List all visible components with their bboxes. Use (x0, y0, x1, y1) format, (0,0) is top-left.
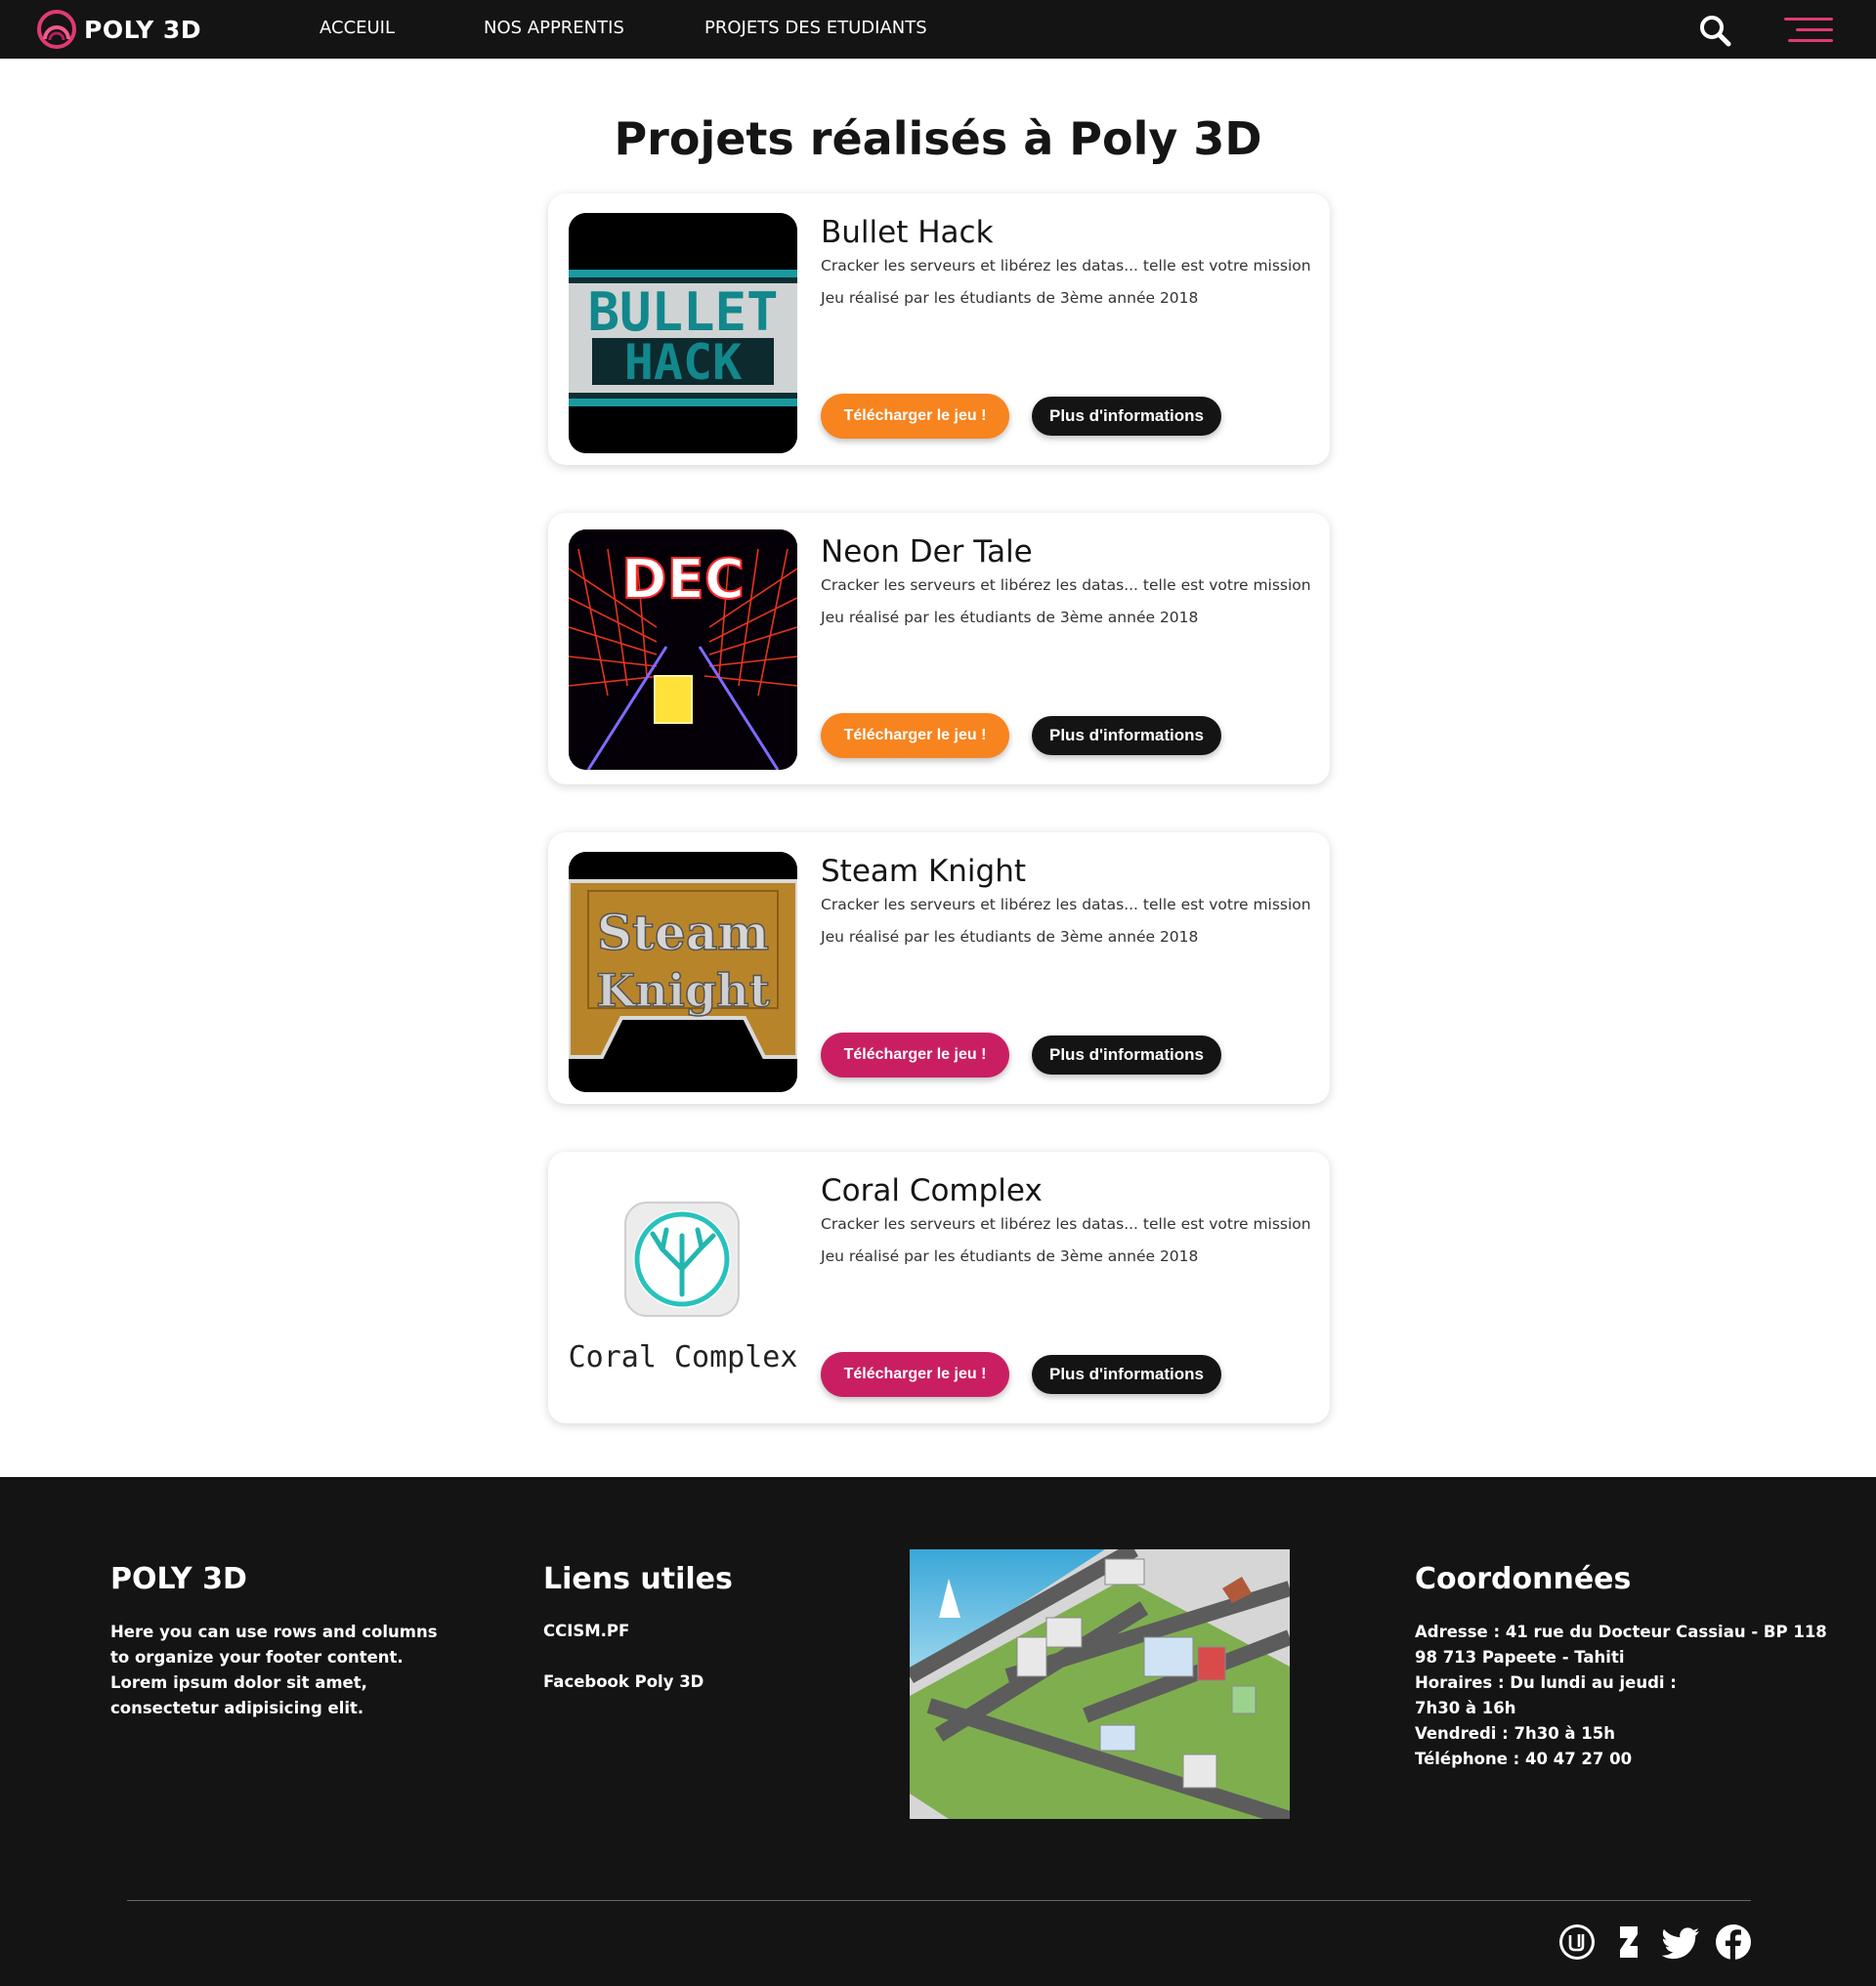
footer-about-line: consectetur adipisicing elit. (110, 1699, 364, 1717)
project-card-bullet-hack: BULLET HACK Bullet Hack Cracker les serv… (548, 193, 1330, 465)
footer-contact-line: Téléphone : 40 47 27 00 (1415, 1750, 1633, 1768)
project-image-steam-knight[interactable]: Steam Knight (569, 852, 797, 1092)
footer-contact-line: Vendredi : 7h30 à 15h (1415, 1724, 1616, 1743)
search-icon[interactable] (1698, 14, 1731, 47)
site-footer: POLY 3D Here you can use rows and column… (0, 1477, 1876, 1986)
unreal-engine-icon[interactable] (1557, 1923, 1597, 1962)
nav-link-nos-apprentis[interactable]: NOS APPRENTIS (484, 18, 624, 38)
footer-about-title: POLY 3D (110, 1562, 247, 1596)
project-title: Bullet Hack (821, 215, 994, 250)
facebook-icon[interactable] (1714, 1923, 1753, 1962)
project-title: Steam Knight (821, 854, 1027, 889)
footer-contact-line: 7h30 à 16h (1415, 1699, 1516, 1717)
download-game-button[interactable]: Télécharger le jeu ! (821, 1352, 1009, 1397)
more-info-button[interactable]: Plus d'informations (1032, 397, 1221, 436)
bullet-hack-cover: BULLET HACK (569, 213, 797, 453)
project-description: Cracker les serveurs et libérez les data… (821, 576, 1311, 594)
project-credit: Jeu réalisé par les étudiants de 3ème an… (821, 609, 1199, 626)
steam-knight-cover: Steam Knight (569, 852, 797, 1092)
footer-about-line: Here you can use rows and columns (110, 1623, 438, 1641)
hamburger-menu-icon[interactable] (1784, 16, 1833, 43)
more-info-button[interactable]: Plus d'informations (1032, 1355, 1221, 1394)
footer-contact-line: 98 713 Papeete - Tahiti (1415, 1648, 1625, 1667)
project-description: Cracker les serveurs et libérez les data… (821, 896, 1311, 913)
top-navbar: POLY 3D ACCEUIL NOS APPRENTIS PROJETS DE… (0, 0, 1876, 59)
download-game-button[interactable]: Télécharger le jeu ! (821, 394, 1009, 439)
footer-contact-text: Adresse : 41 rue du Docteur Cassiau - BP… (1415, 1620, 1827, 1772)
brand-logo-link[interactable]: POLY 3D (37, 10, 201, 49)
project-title: Neon Der Tale (821, 534, 1033, 570)
footer-contact-line: Horaires : Du lundi au jeudi : (1415, 1673, 1677, 1692)
project-description: Cracker les serveurs et libérez les data… (821, 1215, 1311, 1233)
nav-link-projets-etudiants[interactable]: PROJETS DES ETUDIANTS (704, 18, 927, 38)
steam-knight-cover-line2: Knight (596, 964, 771, 1017)
deviantart-icon[interactable] (1608, 1923, 1647, 1962)
project-card-coral-complex: Coral Complex Coral Complex Cracker les … (548, 1152, 1330, 1423)
project-image-coral-complex[interactable]: Coral Complex (569, 1171, 797, 1412)
neon-der-tale-cover: DEC (569, 529, 797, 770)
campus-map-image (910, 1549, 1290, 1819)
project-title: Coral Complex (821, 1173, 1043, 1208)
footer-links-title: Liens utiles (543, 1562, 733, 1596)
neon-der-tale-cover-text: DEC (621, 548, 745, 612)
page-title: Projets réalisés à Poly 3D (614, 112, 1262, 165)
footer-contact-line: Adresse : 41 rue du Docteur Cassiau - BP… (1415, 1623, 1827, 1641)
more-info-button[interactable]: Plus d'informations (1032, 1035, 1221, 1075)
project-image-bullet-hack[interactable]: BULLET HACK (569, 213, 797, 453)
project-credit: Jeu réalisé par les étudiants de 3ème an… (821, 1247, 1199, 1265)
project-card-steam-knight: Steam Knight Steam Knight Cracker les se… (548, 832, 1330, 1104)
project-credit: Jeu réalisé par les étudiants de 3ème an… (821, 928, 1199, 946)
steam-knight-cover-line1: Steam (597, 904, 769, 961)
download-game-button[interactable]: Télécharger le jeu ! (821, 713, 1009, 758)
bullet-hack-cover-line2: HACK (624, 334, 742, 391)
project-description: Cracker les serveurs et libérez les data… (821, 257, 1311, 275)
footer-about-text: Here you can use rows and columns to org… (110, 1620, 438, 1721)
more-info-button[interactable]: Plus d'informations (1032, 716, 1221, 755)
coral-complex-cover: Coral Complex (569, 1171, 797, 1412)
project-card-neon-der-tale: DEC Neon Der Tale Cracker les serveurs e… (548, 513, 1330, 784)
footer-divider (127, 1900, 1751, 1901)
footer-link-facebook-poly3d[interactable]: Facebook Poly 3D (543, 1672, 704, 1691)
nav-link-acceuil[interactable]: ACCEUIL (320, 18, 395, 38)
download-game-button[interactable]: Télécharger le jeu ! (821, 1033, 1009, 1078)
poly3d-logo-icon (37, 10, 76, 49)
footer-link-ccism[interactable]: CCISM.PF (543, 1622, 629, 1640)
brand-name: POLY 3D (84, 15, 202, 44)
twitter-icon[interactable] (1661, 1923, 1700, 1962)
footer-about-line: Lorem ipsum dolor sit amet, (110, 1673, 367, 1692)
footer-contact-title: Coordonnées (1415, 1562, 1632, 1596)
coral-complex-cover-text: Coral Complex (569, 1340, 797, 1374)
footer-about-line: to organize your footer content. (110, 1648, 404, 1667)
project-image-neon-der-tale[interactable]: DEC (569, 529, 797, 770)
project-credit: Jeu réalisé par les étudiants de 3ème an… (821, 289, 1199, 307)
